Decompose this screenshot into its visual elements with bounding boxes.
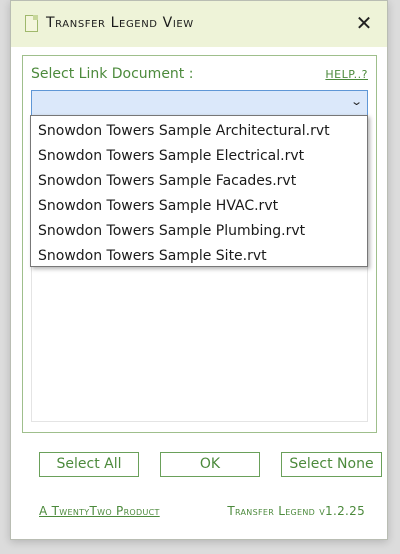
help-link[interactable]: HELP..? [325, 68, 368, 81]
dropdown-item-site[interactable]: Snowdon Towers Sample Site.rvt [31, 244, 367, 269]
link-document-combobox[interactable]: ⌄ [31, 90, 368, 116]
title-bar[interactable]: Transfer Legend View ✕ [11, 1, 387, 47]
link-document-dropdown-list[interactable]: Snowdon Towers Sample Architectural.rvt … [30, 115, 368, 267]
close-button[interactable]: ✕ [351, 11, 377, 37]
dropdown-item-electrical[interactable]: Snowdon Towers Sample Electrical.rvt [31, 144, 367, 169]
chevron-down-icon[interactable]: ⌄ [350, 95, 363, 108]
window-title: Transfer Legend View [46, 15, 194, 31]
twentytwo-product-link[interactable]: A TwentyTwo Product [39, 504, 160, 518]
app-icon [25, 15, 38, 32]
select-none-button[interactable]: Select None [281, 452, 382, 477]
ok-button[interactable]: OK [160, 452, 260, 477]
dropdown-item-hvac[interactable]: Snowdon Towers Sample HVAC.rvt [31, 194, 367, 219]
dropdown-item-facades[interactable]: Snowdon Towers Sample Facades.rvt [31, 169, 367, 194]
dropdown-item-architectural[interactable]: Snowdon Towers Sample Architectural.rvt [31, 119, 367, 144]
select-link-document-label: Select Link Document : [31, 66, 194, 82]
select-all-button[interactable]: Select All [39, 452, 139, 477]
dropdown-item-plumbing[interactable]: Snowdon Towers Sample Plumbing.rvt [31, 219, 367, 244]
version-label: Transfer Legend v1.2.25 [227, 504, 365, 518]
transfer-legend-window: Transfer Legend View ✕ Select Link Docum… [10, 0, 388, 540]
